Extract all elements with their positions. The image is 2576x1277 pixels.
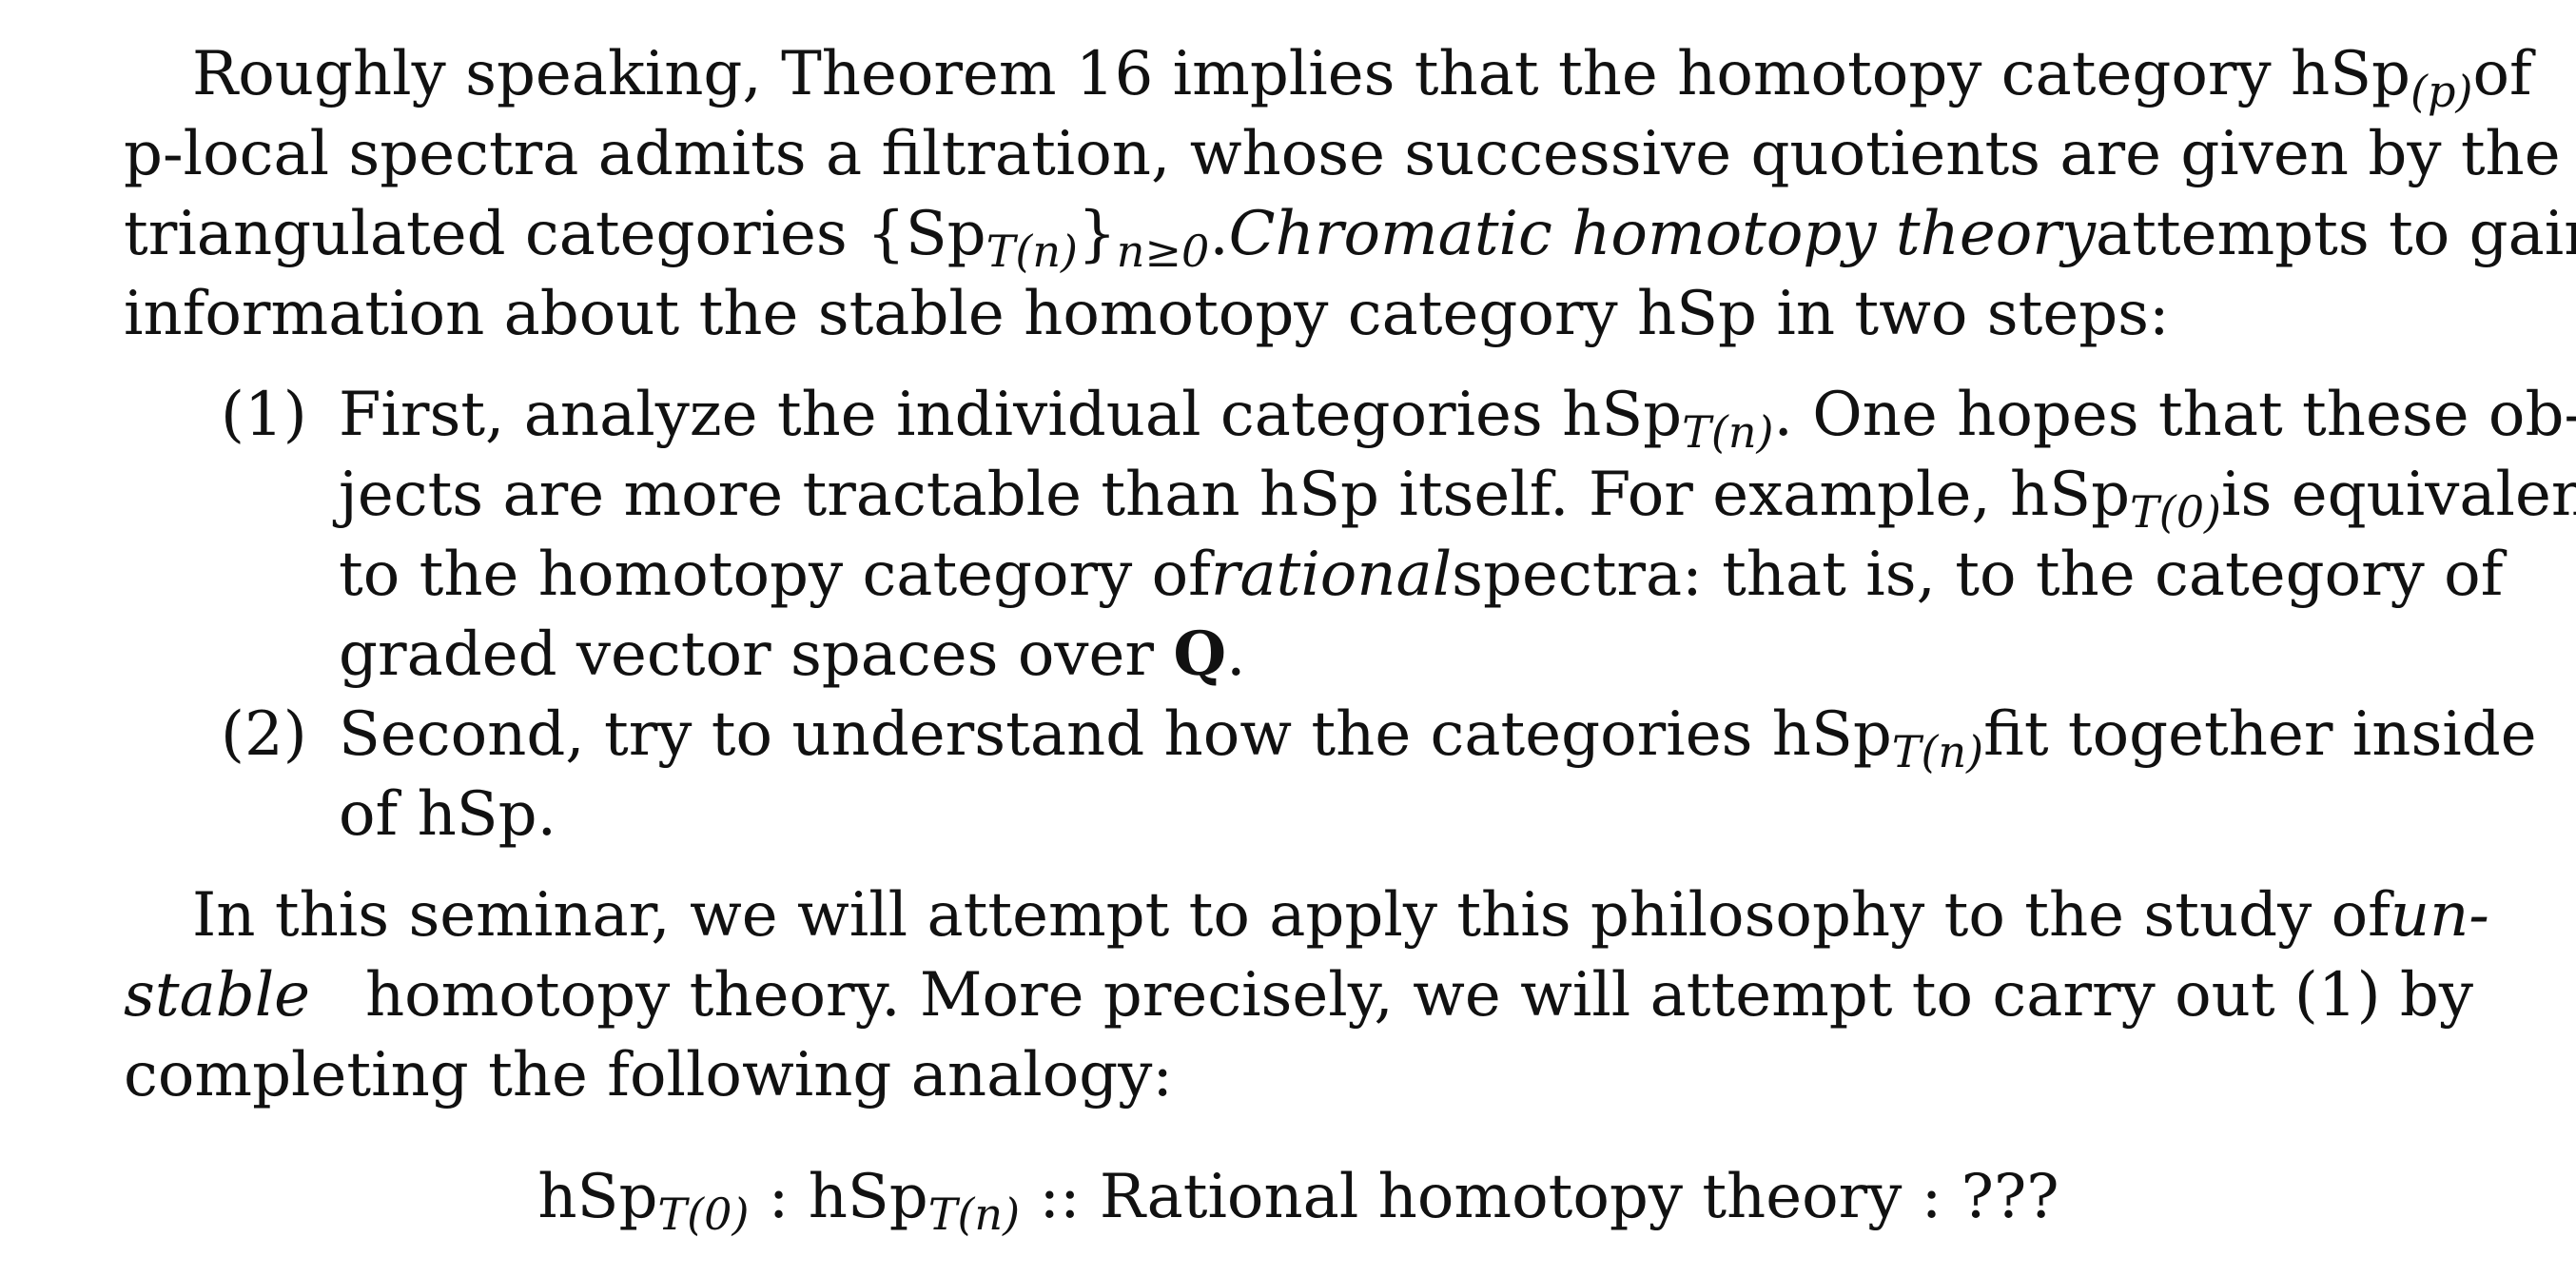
text-segment: of <box>2472 39 2532 109</box>
text-segment: } <box>1078 199 1117 269</box>
list-item-1-line-1: (1) First, analyze the individual catego… <box>124 375 2576 455</box>
text-segment: Second, try to understand how the catego… <box>339 699 1892 770</box>
text-segment: is equivalent <box>2221 460 2576 530</box>
list-item-2: (2) Second, try to understand how the ca… <box>124 695 2537 855</box>
equation-subscript: T(0) <box>657 1188 750 1240</box>
text-segment: Roughly speaking, Theorem 16 implies tha… <box>192 39 2410 109</box>
math-subscript: T(n) <box>1682 375 1773 455</box>
paper-page: Roughly speaking, Theorem 16 implies tha… <box>124 34 2576 1237</box>
enumerated-list: (1) First, analyze the individual catego… <box>124 375 2576 855</box>
text-segment: homotopy theory. More precisely, we will… <box>364 960 2473 1031</box>
text-segment: graded vector spaces over <box>339 619 1154 690</box>
math-subscript: T(n) <box>1892 695 1983 775</box>
math-subscript: T(0) <box>2130 455 2221 535</box>
italic-term: rational <box>1210 540 1453 610</box>
paragraph-2-line-2: stable homotopy theory. More precisely, … <box>124 955 2473 1035</box>
list-item-1: (1) First, analyze the individual catego… <box>124 375 2576 695</box>
equation-part: : hSp <box>749 1162 928 1232</box>
display-equation: hSpT(0) : hSpT(n) :: Rational homotopy t… <box>124 1157 2473 1237</box>
subscript-text: T(n) <box>1891 725 1984 777</box>
text-segment: . <box>1209 199 1229 269</box>
paragraph-1-line-3: triangulated categories {Sp T(n) } n≥0 .… <box>124 194 2576 274</box>
paragraph-1-line-4: information about the stable homotopy ca… <box>124 274 2473 354</box>
list-item-1-line-4: graded vector spaces over Q. <box>124 615 2473 695</box>
text-segment: . One hopes that these ob- <box>1773 380 2576 450</box>
subscript-text: T(n) <box>986 225 1078 277</box>
paragraph-1: Roughly speaking, Theorem 16 implies tha… <box>124 34 2576 354</box>
math-subscript: n≥0 <box>1117 194 1210 274</box>
rationals-symbol: Q <box>1173 619 1227 690</box>
text-segment: jects are more tractable than hSp itself… <box>339 460 2131 530</box>
text-segment: triangulated categories {Sp <box>124 199 986 269</box>
list-item-1-line-2: jects are more tractable than hSp itself… <box>124 455 2576 535</box>
subscript-text: T(0) <box>2130 485 2222 538</box>
text-segment: First, analyze the individual categories… <box>339 380 1683 450</box>
text-segment: to the homotopy category of <box>339 540 1211 610</box>
text-segment: information about the stable homotopy ca… <box>124 279 2170 349</box>
paragraph-2-line-1: In this seminar, we will attempt to appl… <box>124 875 2489 955</box>
text-segment: attempts to gain <box>2095 199 2576 269</box>
paragraph-2-line-3: completing the following analogy: <box>124 1035 2473 1115</box>
text-segment: completing the following analogy: <box>124 1040 1173 1110</box>
equation-part: hSp <box>537 1162 658 1232</box>
paragraph-1-line-1: Roughly speaking, Theorem 16 implies tha… <box>124 34 2532 114</box>
text-segment: In this seminar, we will attempt to appl… <box>192 880 2391 951</box>
text-segment: . <box>1226 619 1246 690</box>
subscript-text: n≥0 <box>1116 225 1210 277</box>
italic-term: un- <box>2390 880 2489 951</box>
subscript-text: T(n) <box>1682 405 1774 458</box>
list-item-number: (2) <box>221 699 307 770</box>
math-subscript: T(n) <box>986 194 1078 274</box>
text-segment: spectra: that is, to the category of <box>1452 540 2504 610</box>
list-item-2-line-1: (2) Second, try to understand how the ca… <box>124 695 2537 775</box>
italic-term: Chromatic homotopy theory <box>1228 199 2096 269</box>
paragraph-2: In this seminar, we will attempt to appl… <box>124 875 2489 1115</box>
italic-term: stable <box>124 960 311 1031</box>
equation-part: :: Rational homotopy theory : ??? <box>1020 1162 2059 1232</box>
list-item-number: (1) <box>221 380 307 450</box>
equation-subscript: T(n) <box>927 1188 1021 1240</box>
paragraph-1-line-2: p-local spectra admits a filtration, who… <box>124 114 2561 194</box>
list-item-2-line-2: of hSp. <box>124 775 2473 855</box>
math-subscript: (p) <box>2410 34 2472 114</box>
list-item-1-line-3: to the homotopy category of rational spe… <box>124 535 2503 615</box>
text-segment: p-local spectra admits a filtration, who… <box>124 119 2561 189</box>
text-segment: fit together inside <box>1983 699 2537 770</box>
text-segment: of hSp. <box>339 779 556 850</box>
subscript-text: (p) <box>2410 65 2473 117</box>
